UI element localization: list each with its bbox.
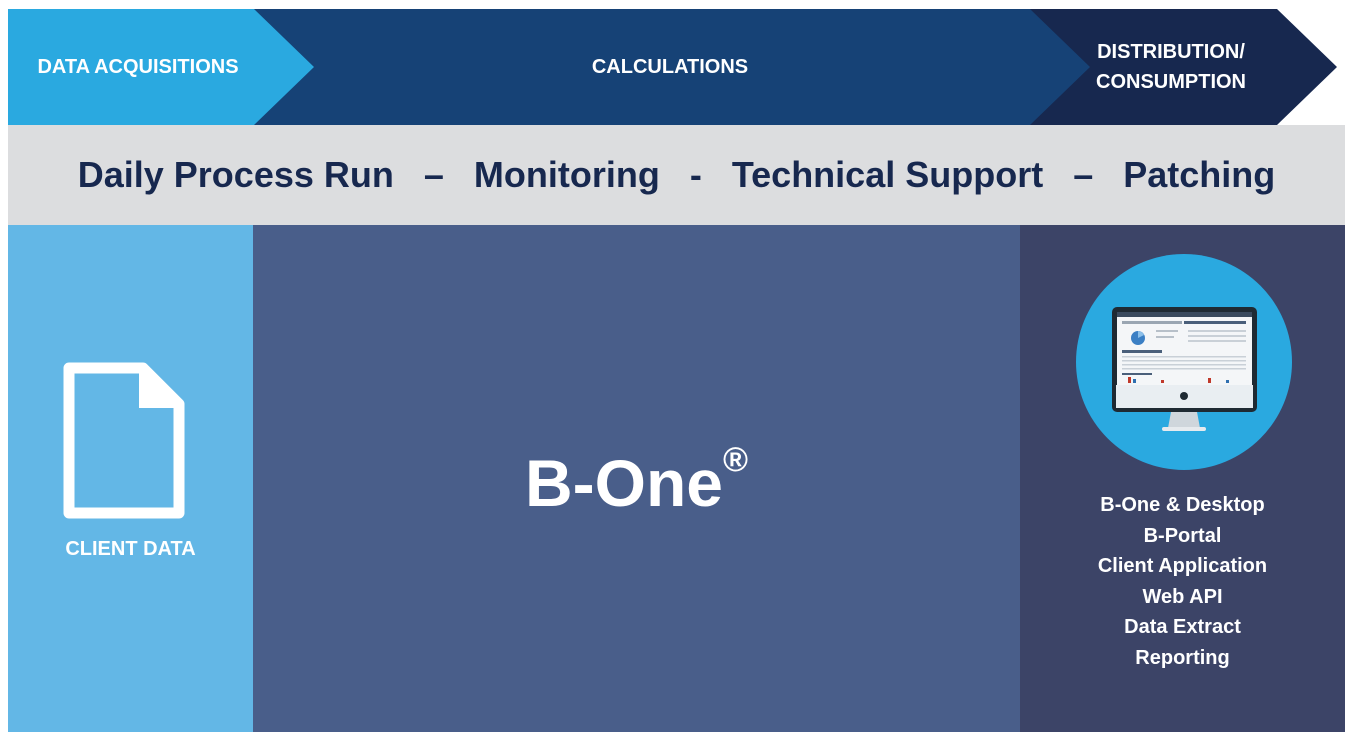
output-item: B-One & Desktop [1100, 494, 1265, 516]
stage-distribution-label-line2: CONSUMPTION [1096, 71, 1246, 93]
process-banner: Daily Process Run – Monitoring - Technic… [8, 125, 1345, 225]
registered-mark: ® [722, 441, 749, 479]
output-item: Web API [1142, 585, 1223, 608]
b-one-title-text: B-One [524, 446, 723, 520]
stage-data-acquisitions-label: DATA ACQUISITIONS [37, 55, 239, 78]
output-list: B-One & Desktop B-Portal Client Applicat… [1020, 490, 1345, 673]
stage-distribution-label-line1: DISTRIBUTION/ [1097, 41, 1245, 63]
output-item: B-Portal [1143, 524, 1222, 547]
stage-calculations-label: CALCULATIONS [591, 55, 749, 78]
stage-calculations: CALCULATIONS [250, 9, 1090, 125]
monitor-badge [1076, 254, 1292, 470]
stage-data-acquisitions: DATA ACQUISITIONS [8, 9, 314, 125]
output-item: Reporting [1135, 646, 1230, 669]
output-item: Data Extract [1124, 616, 1241, 638]
document-icon [63, 362, 185, 519]
client-data-label: CLIENT DATA [65, 538, 196, 560]
desktop-monitor-icon [1112, 307, 1257, 431]
b-one-title: B-One® [253, 441, 1020, 521]
output-item: Client Application [1097, 555, 1268, 577]
